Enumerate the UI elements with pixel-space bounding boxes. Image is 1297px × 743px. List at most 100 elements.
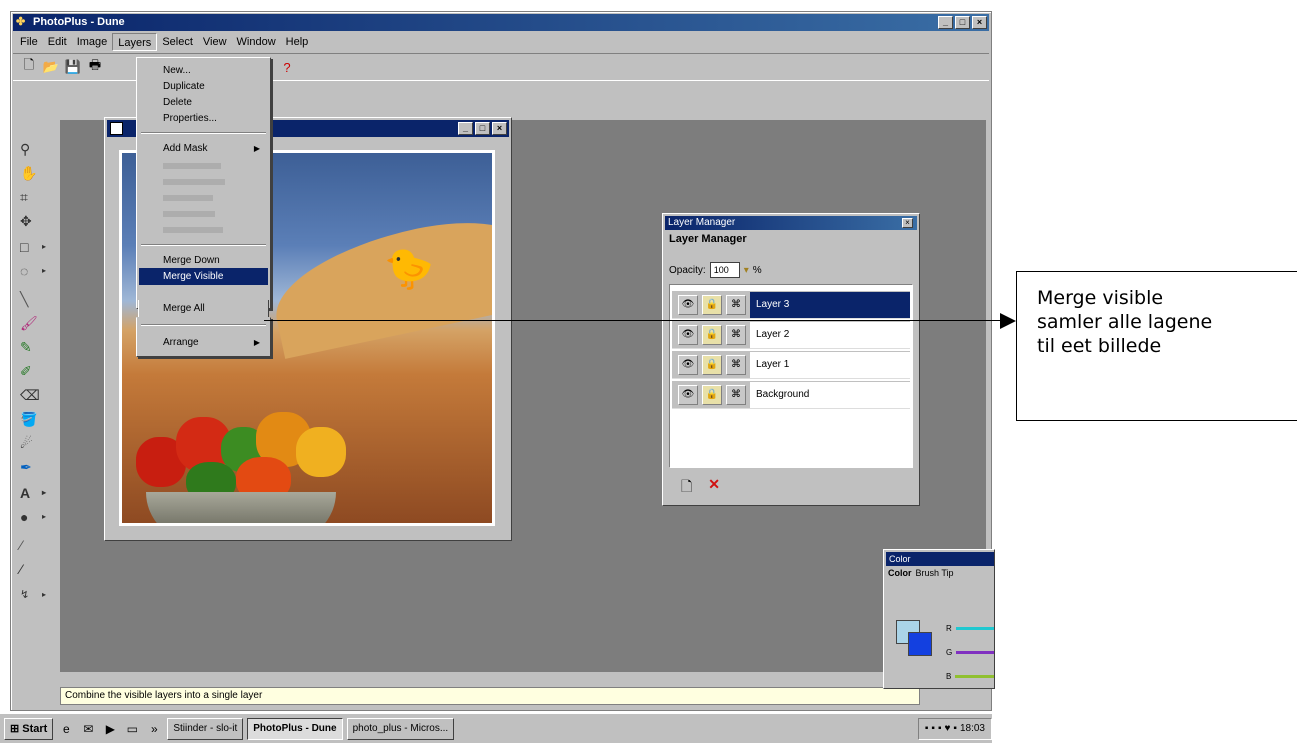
clone-tool-icon[interactable]: ✐ — [20, 362, 48, 380]
help-icon[interactable]: ? — [277, 57, 297, 77]
pen-tool-icon[interactable]: ✒ — [20, 458, 48, 476]
smudge-tool-icon[interactable]: ☄ — [20, 434, 48, 452]
tray-icon[interactable]: ▪ — [931, 719, 935, 739]
paintbrush-tool-icon[interactable]: 🖌 — [20, 314, 48, 332]
menu-item-merge-visible[interactable]: Merge Visible — [139, 268, 268, 285]
visibility-eye-icon[interactable]: 👁 — [678, 354, 698, 375]
red-eye-tool-icon[interactable]: ↯ ▸ — [20, 586, 48, 604]
minimize-button[interactable]: _ — [938, 16, 953, 29]
crop-tool-icon[interactable]: ⌗ — [20, 188, 48, 206]
tray-icon[interactable]: ▪ — [938, 719, 942, 739]
visibility-eye-icon[interactable]: 👁 — [678, 324, 698, 345]
zoom-tool-icon[interactable]: ⚲ — [20, 140, 48, 158]
desktop-icon[interactable]: ▭ — [123, 720, 141, 738]
menu-select[interactable]: Select — [157, 33, 198, 51]
lock-icon[interactable]: 🔒 — [702, 294, 722, 315]
menu-item-properties[interactable]: Properties... — [139, 110, 268, 127]
menu-window[interactable]: Window — [232, 33, 281, 51]
channel-b[interactable]: B — [946, 672, 994, 681]
menu-item-add-mask[interactable]: Add Mask ▶ — [139, 140, 268, 157]
menu-layers[interactable]: Layers — [112, 33, 158, 51]
outlook-icon[interactable]: ✉ — [79, 720, 97, 738]
taskbar-item-photoplus[interactable]: PhotoPlus - Dune — [247, 717, 343, 740]
layer-name[interactable]: Layer 3 — [750, 291, 910, 318]
media-player-icon[interactable]: ▶ — [101, 720, 119, 738]
visibility-eye-icon[interactable]: 👁 — [678, 294, 698, 315]
lock-icon[interactable]: 🔒 — [702, 324, 722, 345]
doc-close-button[interactable]: × — [492, 122, 507, 135]
doc-minimize-button[interactable]: _ — [458, 122, 473, 135]
doc-maximize-button[interactable]: □ — [475, 122, 490, 135]
layer-name[interactable]: Background — [750, 381, 910, 408]
straighten-tool-icon[interactable]: ⁄ — [20, 536, 48, 554]
menu-item-delete[interactable]: Delete — [139, 94, 268, 111]
delete-layer-icon[interactable]: ✕ — [708, 476, 720, 500]
layer-name[interactable]: Layer 2 — [750, 321, 910, 348]
opacity-dropdown-icon[interactable]: ▾ — [744, 265, 749, 276]
channel-b-slider[interactable] — [955, 675, 994, 678]
visibility-eye-icon[interactable]: 👁 — [678, 384, 698, 405]
mask-link-icon[interactable]: ⌘ — [726, 324, 746, 345]
rect-select-tool-icon[interactable]: □ ▸ — [20, 238, 48, 256]
tray-icon[interactable]: ▪ — [925, 719, 929, 739]
menu-file[interactable]: File — [15, 33, 43, 51]
tray-icon[interactable]: ♥ — [944, 719, 950, 739]
layer-row[interactable]: 👁 🔒 ⌘ Layer 2 — [672, 321, 910, 349]
ellipse-select-tool-icon[interactable]: ◌ ▸ — [20, 262, 48, 280]
lock-icon[interactable]: 🔒 — [702, 384, 722, 405]
eraser-tool-icon[interactable]: ⌫ — [20, 386, 48, 404]
menu-item-duplicate[interactable]: Duplicate — [139, 78, 268, 95]
text-tool-icon[interactable]: A ▸ — [20, 484, 48, 502]
background-color-swatch[interactable] — [908, 632, 932, 656]
color-panel-title[interactable]: Color — [886, 552, 994, 566]
internet-explorer-icon[interactable]: e — [57, 720, 75, 738]
save-icon[interactable]: 💾 — [63, 57, 83, 77]
open-folder-icon[interactable]: 📂 — [41, 57, 61, 77]
pencil-tool-icon[interactable]: ✎ — [20, 338, 48, 356]
print-icon[interactable]: 🖶 — [85, 57, 105, 77]
opacity-input[interactable]: 100 — [709, 262, 740, 278]
taskbar-item-photo-plus-doc[interactable]: photo_plus - Micros... — [346, 717, 455, 740]
channel-r[interactable]: R — [946, 624, 994, 633]
layer-name[interactable]: Layer 1 — [750, 351, 910, 378]
menu-help[interactable]: Help — [281, 33, 314, 51]
taskbar-item-stiinder[interactable]: Stiinder - slo-it — [167, 717, 244, 740]
menu-item-new[interactable]: New... — [139, 62, 268, 79]
layer-row[interactable]: 👁 🔒 ⌘ Layer 1 — [672, 351, 910, 379]
color-picker-tool-icon[interactable]: ⁄ — [20, 560, 48, 578]
tab-color[interactable]: Color — [888, 568, 912, 578]
tab-brush-tip[interactable]: Brush Tip — [916, 568, 954, 578]
layer-row[interactable]: 👁 🔒 ⌘ Layer 3 — [672, 291, 910, 319]
menu-view[interactable]: View — [198, 33, 232, 51]
menu-image[interactable]: Image — [72, 33, 113, 51]
menu-item-merge-all[interactable]: Merge All — [138, 300, 269, 317]
maximize-button[interactable]: □ — [955, 16, 970, 29]
quick-launch-icon[interactable]: » — [145, 720, 163, 738]
fill-tool-icon[interactable]: 🪣 — [20, 410, 48, 428]
menu-item-arrange[interactable]: Arrange ▶ — [139, 334, 268, 351]
hand-tool-icon[interactable]: ✋ — [20, 164, 48, 182]
menu-edit[interactable]: Edit — [43, 33, 72, 51]
tray-icon[interactable]: ▪ — [953, 719, 957, 739]
new-layer-icon[interactable]: 🗋 — [681, 476, 692, 500]
layer-row[interactable]: 👁 🔒 ⌘ Background — [672, 381, 910, 409]
menu-item-merge-down[interactable]: Merge Down — [139, 252, 268, 269]
layer-manager-tab[interactable]: Layer Manager — [669, 233, 747, 245]
move-tool-icon[interactable]: ✥ — [20, 212, 48, 230]
lock-icon[interactable]: 🔒 — [702, 354, 722, 375]
app-titlebar[interactable]: ✤ PhotoPlus - Dune _ □ × — [13, 14, 989, 31]
new-file-icon[interactable]: 🗋 — [19, 57, 39, 77]
mask-link-icon[interactable]: ⌘ — [726, 294, 746, 315]
clock[interactable]: 18:03 — [960, 719, 985, 739]
channel-g-slider[interactable] — [956, 651, 994, 654]
channel-g[interactable]: G — [946, 648, 994, 657]
close-button[interactable]: × — [972, 16, 987, 29]
start-button[interactable]: ⊞ Start — [4, 717, 54, 740]
channel-r-slider[interactable] — [955, 627, 994, 630]
shape-tool-icon[interactable]: ● ▸ — [20, 508, 48, 526]
layer-manager-close-icon[interactable]: × — [902, 218, 913, 228]
mask-link-icon[interactable]: ⌘ — [726, 354, 746, 375]
layer-manager-titlebar[interactable]: Layer Manager × — [665, 216, 917, 230]
mask-link-icon[interactable]: ⌘ — [726, 384, 746, 405]
line-tool-icon[interactable]: ╲ — [20, 290, 48, 308]
